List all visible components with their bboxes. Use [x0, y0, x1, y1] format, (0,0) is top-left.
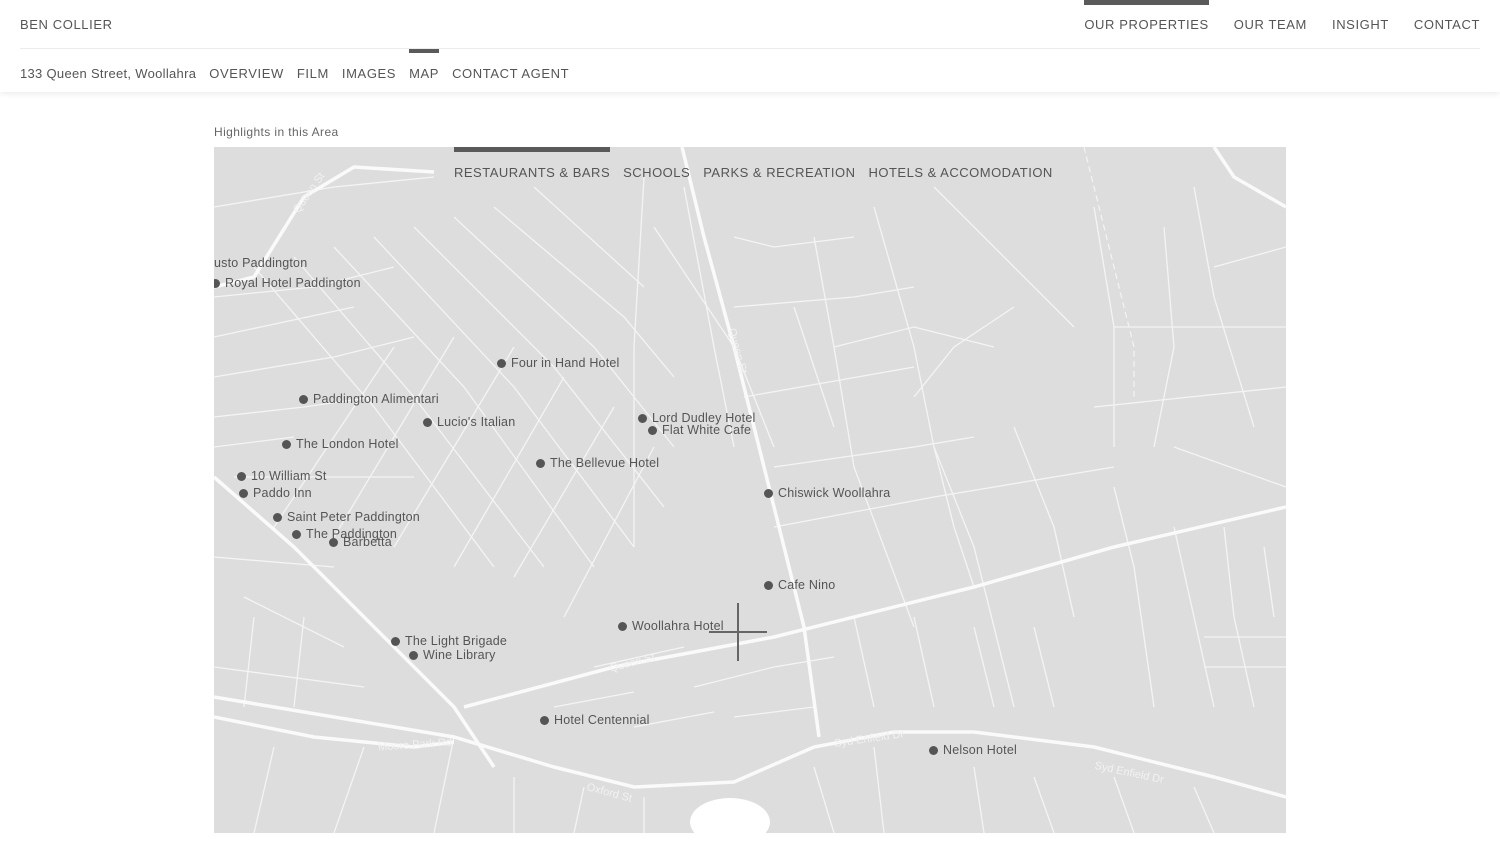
poi-label: Paddo Inn [253, 486, 312, 500]
subnav-images[interactable]: IMAGES [342, 49, 396, 92]
poi-marker[interactable]: Barbetta [329, 535, 392, 549]
poi-marker[interactable]: Paddington Alimentari [299, 392, 439, 406]
poi-dot-icon [282, 439, 291, 449]
area-heading: Highlights in this Area [214, 125, 339, 139]
poi-dot-icon [214, 278, 220, 288]
nav-contact[interactable]: CONTACT [1414, 0, 1480, 48]
poi-label: Flat White Cafe [662, 423, 752, 437]
poi-dot-icon [409, 650, 418, 660]
tab-restaurants-bars[interactable]: RESTAURANTS & BARS [454, 147, 611, 180]
subnav-overview[interactable]: OVERVIEW [209, 49, 284, 92]
poi-dot-icon [764, 488, 773, 498]
subnav-contact-agent[interactable]: CONTACT AGENT [452, 49, 569, 92]
subnav-map[interactable]: MAP [409, 49, 440, 92]
poi-label: Four in Hand Hotel [511, 356, 620, 370]
poi-dot-icon [497, 358, 506, 368]
nav-insight[interactable]: INSIGHT [1332, 0, 1389, 48]
poi-dot-icon [299, 394, 308, 404]
poi-marker[interactable]: 10 William St [237, 469, 327, 483]
poi-label: 10 William St [251, 469, 327, 483]
tab-schools[interactable]: SCHOOLS [623, 147, 690, 180]
poi-label: Barbetta [343, 535, 392, 549]
poi-marker[interactable]: Cafe Nino [764, 578, 835, 592]
poi-label: Royal Hotel Paddington [225, 276, 361, 290]
poi-label: Saint Peter Paddington [287, 510, 420, 524]
poi-label: Wine Library [423, 648, 496, 662]
poi-label: The London Hotel [296, 437, 399, 451]
poi-label: Hotel Centennial [554, 713, 650, 727]
poi-dot-icon [648, 425, 657, 435]
poi-dot-icon [329, 537, 338, 547]
poi-marker[interactable]: The Bellevue Hotel [536, 456, 659, 470]
poi-dot-icon [423, 417, 432, 427]
poi-marker[interactable]: Four in Hand Hotel [497, 356, 620, 370]
tab-parks-recreation[interactable]: PARKS & RECREATION [703, 147, 855, 180]
poi-marker[interactable]: Nelson Hotel [929, 743, 1017, 757]
area-map[interactable]: RESTAURANTS & BARS SCHOOLS PARKS & RECRE… [214, 147, 1286, 833]
main-nav: OUR PROPERTIES OUR TEAM INSIGHT CONTACT [1059, 0, 1480, 48]
poi-label: The Light Brigade [405, 634, 508, 648]
subnav-film[interactable]: FILM [297, 49, 329, 92]
poi-marker[interactable]: Paddo Inn [239, 486, 312, 500]
poi-dot-icon [540, 715, 549, 725]
brand-logo[interactable]: BEN COLLIER [20, 17, 113, 32]
poi-dot-icon [273, 512, 282, 522]
tab-hotels-accommodation[interactable]: HOTELS & ACCOMODATION [868, 147, 1052, 180]
poi-dot-icon [638, 413, 647, 423]
poi-marker[interactable]: Flat White Cafe [648, 423, 751, 437]
poi-marker[interactable]: Chiswick Woollahra [764, 486, 890, 500]
property-address: 133 Queen Street, Woollahra [20, 66, 197, 81]
nav-our-properties[interactable]: OUR PROPERTIES [1084, 0, 1210, 48]
poi-marker[interactable]: Hotel Centennial [540, 713, 650, 727]
map-category-tabs: RESTAURANTS & BARS SCHOOLS PARKS & RECRE… [454, 147, 1066, 180]
poi-dot-icon [764, 580, 773, 590]
poi-dot-icon [292, 529, 301, 539]
poi-marker[interactable]: usto Paddington [214, 256, 307, 270]
poi-dot-icon [239, 488, 248, 498]
property-subnav: 133 Queen Street, Woollahra OVERVIEW FIL… [20, 49, 582, 92]
poi-label: Nelson Hotel [943, 743, 1017, 757]
map-center-crosshair-icon [709, 603, 767, 661]
poi-marker[interactable]: Lucio's Italian [423, 415, 515, 429]
poi-marker[interactable]: Wine Library [409, 648, 496, 662]
map-roads [214, 147, 1286, 833]
poi-label: Paddington Alimentari [313, 392, 439, 406]
poi-label: Cafe Nino [778, 578, 836, 592]
poi-dot-icon [618, 621, 627, 631]
poi-marker[interactable]: Woollahra Hotel [618, 619, 724, 633]
poi-dot-icon [536, 458, 545, 468]
poi-dot-icon [929, 745, 938, 755]
poi-marker[interactable]: The London Hotel [282, 437, 399, 451]
poi-label: Chiswick Woollahra [778, 486, 891, 500]
poi-marker[interactable]: Royal Hotel Paddington [214, 276, 361, 290]
poi-label: Lucio's Italian [437, 415, 516, 429]
poi-marker[interactable]: Saint Peter Paddington [273, 510, 420, 524]
nav-our-team[interactable]: OUR TEAM [1234, 0, 1307, 48]
poi-dot-icon [237, 471, 246, 481]
poi-label: The Bellevue Hotel [550, 456, 660, 470]
poi-marker[interactable]: The Light Brigade [391, 634, 507, 648]
poi-label: usto Paddington [214, 256, 308, 270]
site-header: BEN COLLIER OUR PROPERTIES OUR TEAM INSI… [0, 0, 1500, 92]
poi-dot-icon [391, 636, 400, 646]
